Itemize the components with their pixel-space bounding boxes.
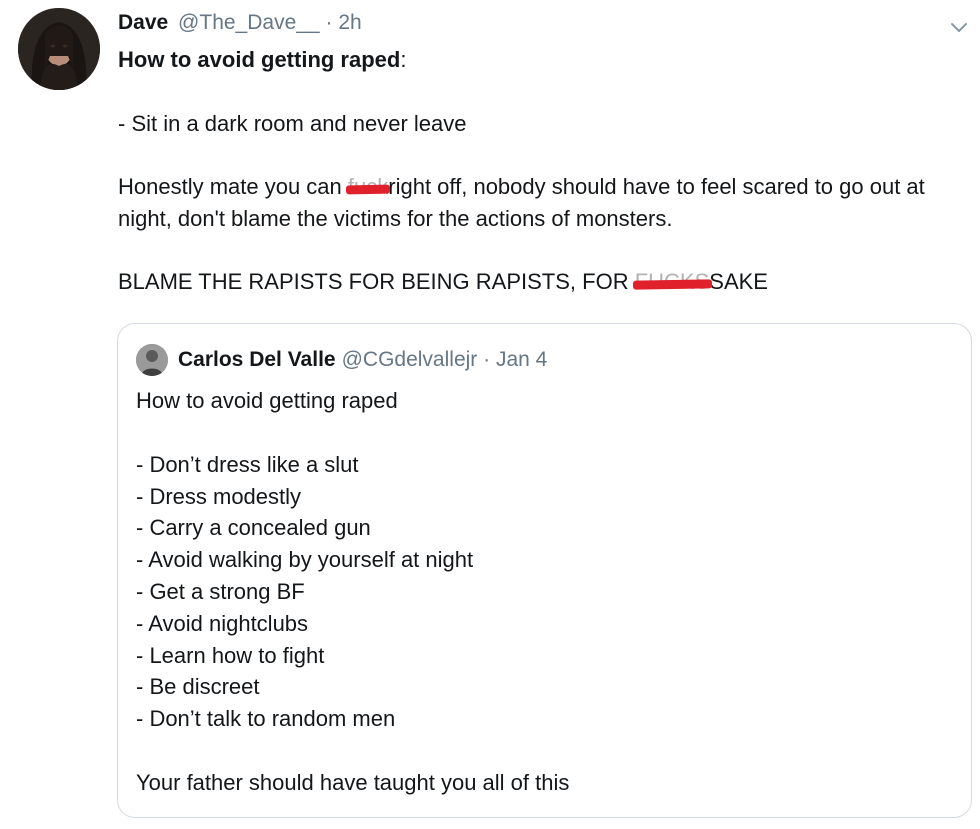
list-item: - Don’t dress like a slut — [136, 451, 359, 477]
tweet-text: How to avoid getting raped: - Sit in a d… — [118, 44, 963, 298]
list-item: - Dress modestly — [136, 483, 302, 509]
list-item: - Learn how to fight — [136, 642, 325, 668]
author-handle[interactable]: @The_Dave__ — [178, 11, 320, 34]
author-avatar[interactable] — [18, 8, 100, 90]
tweet-shout: BLAME THE RAPISTS FOR BEING RAPISTS, FOR… — [118, 266, 963, 298]
tweet: Dave @The_Dave__ · 2h How to avoid getti… — [0, 0, 980, 829]
tweet-header: Dave @The_Dave__ · 2h — [118, 10, 362, 36]
quoted-author-handle[interactable]: @CGdelvallejr · Jan 4 — [342, 345, 548, 375]
list-item: - Be discreet — [136, 674, 260, 700]
quoted-tweet-header: Carlos Del Valle @CGdelvallejr · Jan 4 — [136, 344, 547, 376]
quoted-tweet-text: How to avoid getting raped - Don’t dress… — [136, 385, 956, 799]
censored-word: fuck — [348, 171, 388, 203]
tweet-timestamp[interactable]: 2h — [338, 11, 361, 34]
tweet-paragraph: Honestly mate you can fuckright off, nob… — [118, 171, 963, 234]
quoted-closing: Your father should have taught you all o… — [136, 769, 570, 795]
tweet-line: - Sit in a dark room and never leave — [118, 110, 467, 136]
tweet-headline: How to avoid getting raped: — [118, 47, 407, 72]
list-item: - Don’t talk to random men — [136, 706, 396, 732]
author-name[interactable]: Dave — [118, 11, 168, 34]
list-item: - Avoid walking by yourself at night — [136, 547, 474, 573]
quoted-author-name[interactable]: Carlos Del Valle — [178, 345, 336, 375]
list-item: - Get a strong BF — [136, 578, 305, 604]
chevron-down-icon[interactable] — [948, 16, 970, 38]
list-item: - Carry a concealed gun — [136, 515, 371, 541]
censored-word: FUCKS — [635, 266, 710, 298]
list-item: - Avoid nightclubs — [136, 610, 309, 636]
separator-dot: · — [325, 11, 333, 34]
quoted-tweet[interactable]: Carlos Del Valle @CGdelvallejr · Jan 4 H… — [117, 323, 972, 818]
quoted-title: How to avoid getting raped — [136, 388, 398, 413]
quoted-author-avatar[interactable] — [136, 344, 168, 376]
